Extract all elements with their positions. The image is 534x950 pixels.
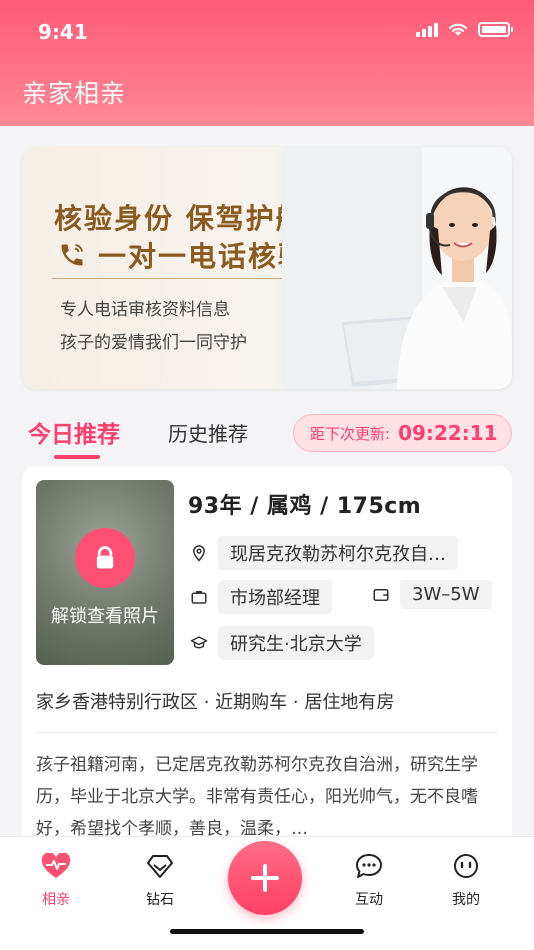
status-bar: 9:41 bbox=[0, 0, 534, 62]
briefcase-icon bbox=[188, 586, 210, 608]
wifi-icon bbox=[448, 23, 468, 36]
banner-heading-2: 一对一电话核验 bbox=[98, 240, 309, 273]
countdown-label: 距下次更新: bbox=[310, 424, 391, 443]
status-time: 9:41 bbox=[38, 20, 88, 44]
location-row: 现居克孜勒苏柯尔克孜自… bbox=[188, 536, 458, 570]
tab-today[interactable]: 今日推荐 bbox=[28, 415, 120, 449]
job-chip: 市场部经理 bbox=[218, 580, 332, 614]
profile-headline: 93年 / 属鸡 / 175cm bbox=[188, 494, 422, 519]
recommend-tabs: 今日推荐 历史推荐 距下次更新: 09:22:11 bbox=[0, 405, 534, 465]
location-chip: 现居克孜勒苏柯尔克孜自… bbox=[218, 536, 458, 570]
tabbar-label-profile: 我的 bbox=[452, 892, 480, 908]
banner-line-2: 孩子的爱情我们一同守护 bbox=[60, 333, 247, 353]
banner-line-1: 专人电话审核资料信息 bbox=[60, 300, 230, 320]
job-row: 市场部经理 bbox=[188, 580, 332, 614]
tab-active-indicator bbox=[54, 455, 100, 459]
banner-subheading: 一对一电话核验 bbox=[58, 235, 308, 275]
profile-headline-wrap: 93年 / 属鸡 / 175cm bbox=[188, 488, 421, 520]
income-row: 3W–5W bbox=[370, 580, 492, 609]
battery-icon bbox=[478, 22, 513, 37]
profile-card[interactable]: 解锁查看照片 93年 / 属鸡 / 175cm 现居克孜勒苏柯尔克孜自… 市场部… bbox=[22, 466, 512, 866]
status-icons bbox=[416, 22, 513, 37]
top-header: 9:41 亲家相亲 bbox=[0, 0, 534, 126]
heart-pulse-icon bbox=[41, 852, 71, 878]
location-pin-icon bbox=[188, 542, 210, 564]
graduation-cap-icon bbox=[188, 632, 210, 654]
lock-icon bbox=[75, 528, 135, 588]
phone-icon bbox=[61, 244, 83, 266]
tabbar-item-interact[interactable]: 互动 bbox=[334, 853, 404, 909]
tabbar-item-matchmaking[interactable]: 相亲 bbox=[21, 852, 91, 909]
smile-icon bbox=[454, 854, 478, 878]
tabbar-label-diamond: 钻石 bbox=[146, 892, 174, 908]
profile-tags: 家乡香港特别行政区 · 近期购车 · 居住地有房 bbox=[36, 692, 395, 713]
bottom-tab-bar: 相亲 钻石 互动 我的 bbox=[0, 836, 534, 950]
unlock-photo-label: 解锁查看照片 bbox=[51, 606, 159, 627]
profile-description: 孩子祖籍河南，已定居克孜勒苏柯尔克孜自治洲，研究生学历，毕业于北京大学。非常有责… bbox=[36, 755, 478, 839]
tabbar-item-diamond[interactable]: 钻石 bbox=[125, 853, 195, 909]
tab-history[interactable]: 历史推荐 bbox=[168, 418, 248, 447]
countdown-value: 09:22:11 bbox=[398, 421, 498, 445]
customer-service-illustration bbox=[282, 147, 512, 389]
tabbar-label-matchmaking: 相亲 bbox=[42, 892, 70, 908]
banner-heading: 核验身份 保驾护航 bbox=[54, 202, 306, 235]
home-indicator bbox=[170, 929, 364, 934]
tabbar-item-profile[interactable]: 我的 bbox=[431, 853, 501, 909]
education-chip: 研究生·北京大学 bbox=[218, 626, 374, 660]
verification-banner[interactable]: 核验身份 保驾护航 一对一电话核验 专人电话审核资料信息 孩子的爱情我们一同守护 bbox=[22, 147, 512, 389]
wallet-icon bbox=[370, 584, 392, 606]
tabbar-label-interact: 互动 bbox=[355, 892, 383, 908]
update-countdown: 距下次更新: 09:22:11 bbox=[293, 414, 512, 452]
diamond-icon bbox=[147, 855, 173, 878]
page-title: 亲家相亲 bbox=[22, 79, 127, 108]
add-button[interactable] bbox=[228, 841, 302, 915]
card-divider bbox=[36, 732, 498, 733]
profile-photo-locked[interactable]: 解锁查看照片 bbox=[36, 480, 174, 665]
plus-icon bbox=[251, 864, 279, 892]
chat-icon bbox=[356, 854, 382, 878]
education-row: 研究生·北京大学 bbox=[188, 626, 374, 660]
signal-icon bbox=[416, 22, 438, 37]
income-chip: 3W–5W bbox=[400, 580, 492, 609]
